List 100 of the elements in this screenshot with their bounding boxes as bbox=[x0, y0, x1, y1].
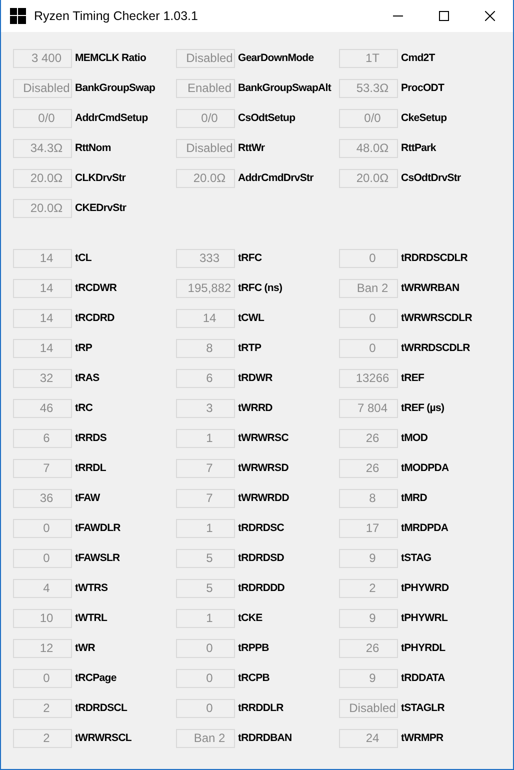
value-field[interactable]: 5 bbox=[176, 578, 235, 598]
value-field[interactable]: 48.0Ω bbox=[339, 138, 398, 158]
value-field[interactable]: 7 804 bbox=[339, 398, 398, 418]
value-field[interactable]: 3 bbox=[176, 398, 235, 418]
timing-label: MEMCLK Ratio bbox=[75, 52, 146, 64]
timing-label: tWRWRSC bbox=[238, 432, 288, 444]
value-field[interactable]: 14 bbox=[176, 308, 235, 328]
value-field[interactable]: 53.3Ω bbox=[339, 78, 398, 98]
value-field[interactable]: 9 bbox=[339, 608, 398, 628]
value-field[interactable]: 36 bbox=[13, 488, 72, 508]
value-field[interactable]: 7 bbox=[176, 488, 235, 508]
timing-label: tFAW bbox=[75, 492, 100, 504]
value-field[interactable]: 0 bbox=[176, 698, 235, 718]
timing-label: tRDRDSCDLR bbox=[401, 252, 468, 264]
timing-label: tPHYWRL bbox=[401, 612, 448, 624]
timing-label: tPHYWRD bbox=[401, 582, 449, 594]
value-field[interactable]: Disabled bbox=[176, 48, 235, 68]
value-field[interactable]: 2 bbox=[339, 578, 398, 598]
value-field[interactable]: 20.0Ω bbox=[176, 168, 235, 188]
timing-label: tRCDRD bbox=[75, 312, 114, 324]
timing-label: tRDRDDD bbox=[238, 582, 285, 594]
value-field[interactable]: 14 bbox=[13, 338, 72, 358]
timing-label: tMOD bbox=[401, 432, 428, 444]
value-field[interactable]: 0 bbox=[339, 338, 398, 358]
timing-label: tWTRS bbox=[75, 582, 108, 594]
value-field[interactable]: Disabled bbox=[339, 698, 398, 718]
value-field[interactable]: 1T bbox=[339, 48, 398, 68]
timing-label: tMRDPDA bbox=[401, 522, 448, 534]
app-icon bbox=[10, 8, 26, 24]
value-field[interactable]: 0/0 bbox=[13, 108, 72, 128]
value-field[interactable]: 0 bbox=[339, 308, 398, 328]
value-field[interactable]: 2 bbox=[13, 698, 72, 718]
value-field[interactable]: Disabled bbox=[13, 78, 72, 98]
value-field[interactable]: 8 bbox=[176, 338, 235, 358]
value-field[interactable]: 6 bbox=[176, 368, 235, 388]
value-field[interactable]: 26 bbox=[339, 428, 398, 448]
timing-label: tRFC bbox=[238, 252, 262, 264]
value-field[interactable]: Ban 2 bbox=[176, 728, 235, 748]
value-field[interactable]: 4 bbox=[13, 578, 72, 598]
value-field[interactable]: 12 bbox=[13, 638, 72, 658]
value-field[interactable]: Ban 2 bbox=[339, 278, 398, 298]
value-field[interactable]: 7 bbox=[176, 458, 235, 478]
timing-label: tRRDS bbox=[75, 432, 106, 444]
value-field[interactable]: 6 bbox=[13, 428, 72, 448]
value-field[interactable]: 14 bbox=[13, 248, 72, 268]
value-field[interactable]: 195,882 bbox=[176, 278, 235, 298]
value-field[interactable]: 1 bbox=[176, 518, 235, 538]
value-field[interactable]: 14 bbox=[13, 308, 72, 328]
timing-label: tRDRDSD bbox=[238, 552, 284, 564]
value-field[interactable]: 46 bbox=[13, 398, 72, 418]
timing-label: AddrCmdSetup bbox=[75, 112, 148, 124]
value-field[interactable]: Disabled bbox=[176, 138, 235, 158]
timing-label: tRCPage bbox=[75, 672, 116, 684]
value-field[interactable]: 20.0Ω bbox=[339, 168, 398, 188]
value-field[interactable]: 1 bbox=[176, 608, 235, 628]
timing-label: tSTAGLR bbox=[401, 702, 444, 714]
value-field[interactable]: 0 bbox=[339, 248, 398, 268]
value-field[interactable]: 26 bbox=[339, 638, 398, 658]
value-field[interactable]: 10 bbox=[13, 608, 72, 628]
timing-label: tRDWR bbox=[238, 372, 272, 384]
value-field[interactable]: 3 400 bbox=[13, 48, 72, 68]
value-field[interactable]: 333 bbox=[176, 248, 235, 268]
value-field[interactable]: 2 bbox=[13, 728, 72, 748]
value-field[interactable]: 24 bbox=[339, 728, 398, 748]
value-field[interactable]: 0/0 bbox=[176, 108, 235, 128]
value-field[interactable]: 26 bbox=[339, 458, 398, 478]
value-field[interactable]: 0 bbox=[13, 518, 72, 538]
close-icon bbox=[485, 11, 495, 21]
value-field[interactable]: 9 bbox=[339, 668, 398, 688]
timing-label: tFAWDLR bbox=[75, 522, 120, 534]
timing-label: CkeSetup bbox=[401, 112, 447, 124]
value-field[interactable]: 5 bbox=[176, 548, 235, 568]
timing-label: tRCPB bbox=[238, 672, 270, 684]
timing-label: AddrCmdDrvStr bbox=[238, 172, 314, 184]
value-field[interactable]: 14 bbox=[13, 278, 72, 298]
timing-label: CsOdtDrvStr bbox=[401, 172, 461, 184]
timing-label: tRDRDBAN bbox=[238, 732, 292, 744]
value-field[interactable]: 34.3Ω bbox=[13, 138, 72, 158]
value-field[interactable]: 20.0Ω bbox=[13, 168, 72, 188]
value-field[interactable]: 0 bbox=[13, 548, 72, 568]
timing-label: tSTAG bbox=[401, 552, 432, 564]
value-field[interactable]: 1 bbox=[176, 428, 235, 448]
value-field[interactable]: 13266 bbox=[339, 368, 398, 388]
value-field[interactable]: 17 bbox=[339, 518, 398, 538]
timing-label: CLKDrvStr bbox=[75, 172, 126, 184]
timing-label: tFAWSLR bbox=[75, 552, 120, 564]
timing-label: tWR bbox=[75, 642, 95, 654]
value-field[interactable]: 8 bbox=[339, 488, 398, 508]
value-field[interactable]: 0 bbox=[176, 638, 235, 658]
value-field[interactable]: 7 bbox=[13, 458, 72, 478]
timing-label: tRDRDSCL bbox=[75, 702, 128, 714]
value-field[interactable]: 32 bbox=[13, 368, 72, 388]
value-field[interactable]: 0 bbox=[176, 668, 235, 688]
value-field[interactable]: 0 bbox=[13, 668, 72, 688]
value-field[interactable]: 0/0 bbox=[339, 108, 398, 128]
timing-label: tWRRDSCDLR bbox=[401, 342, 470, 354]
value-field[interactable]: 20.0Ω bbox=[13, 198, 72, 218]
value-field[interactable]: Enabled bbox=[176, 78, 235, 98]
timing-label: CsOdtSetup bbox=[238, 112, 296, 124]
value-field[interactable]: 9 bbox=[339, 548, 398, 568]
